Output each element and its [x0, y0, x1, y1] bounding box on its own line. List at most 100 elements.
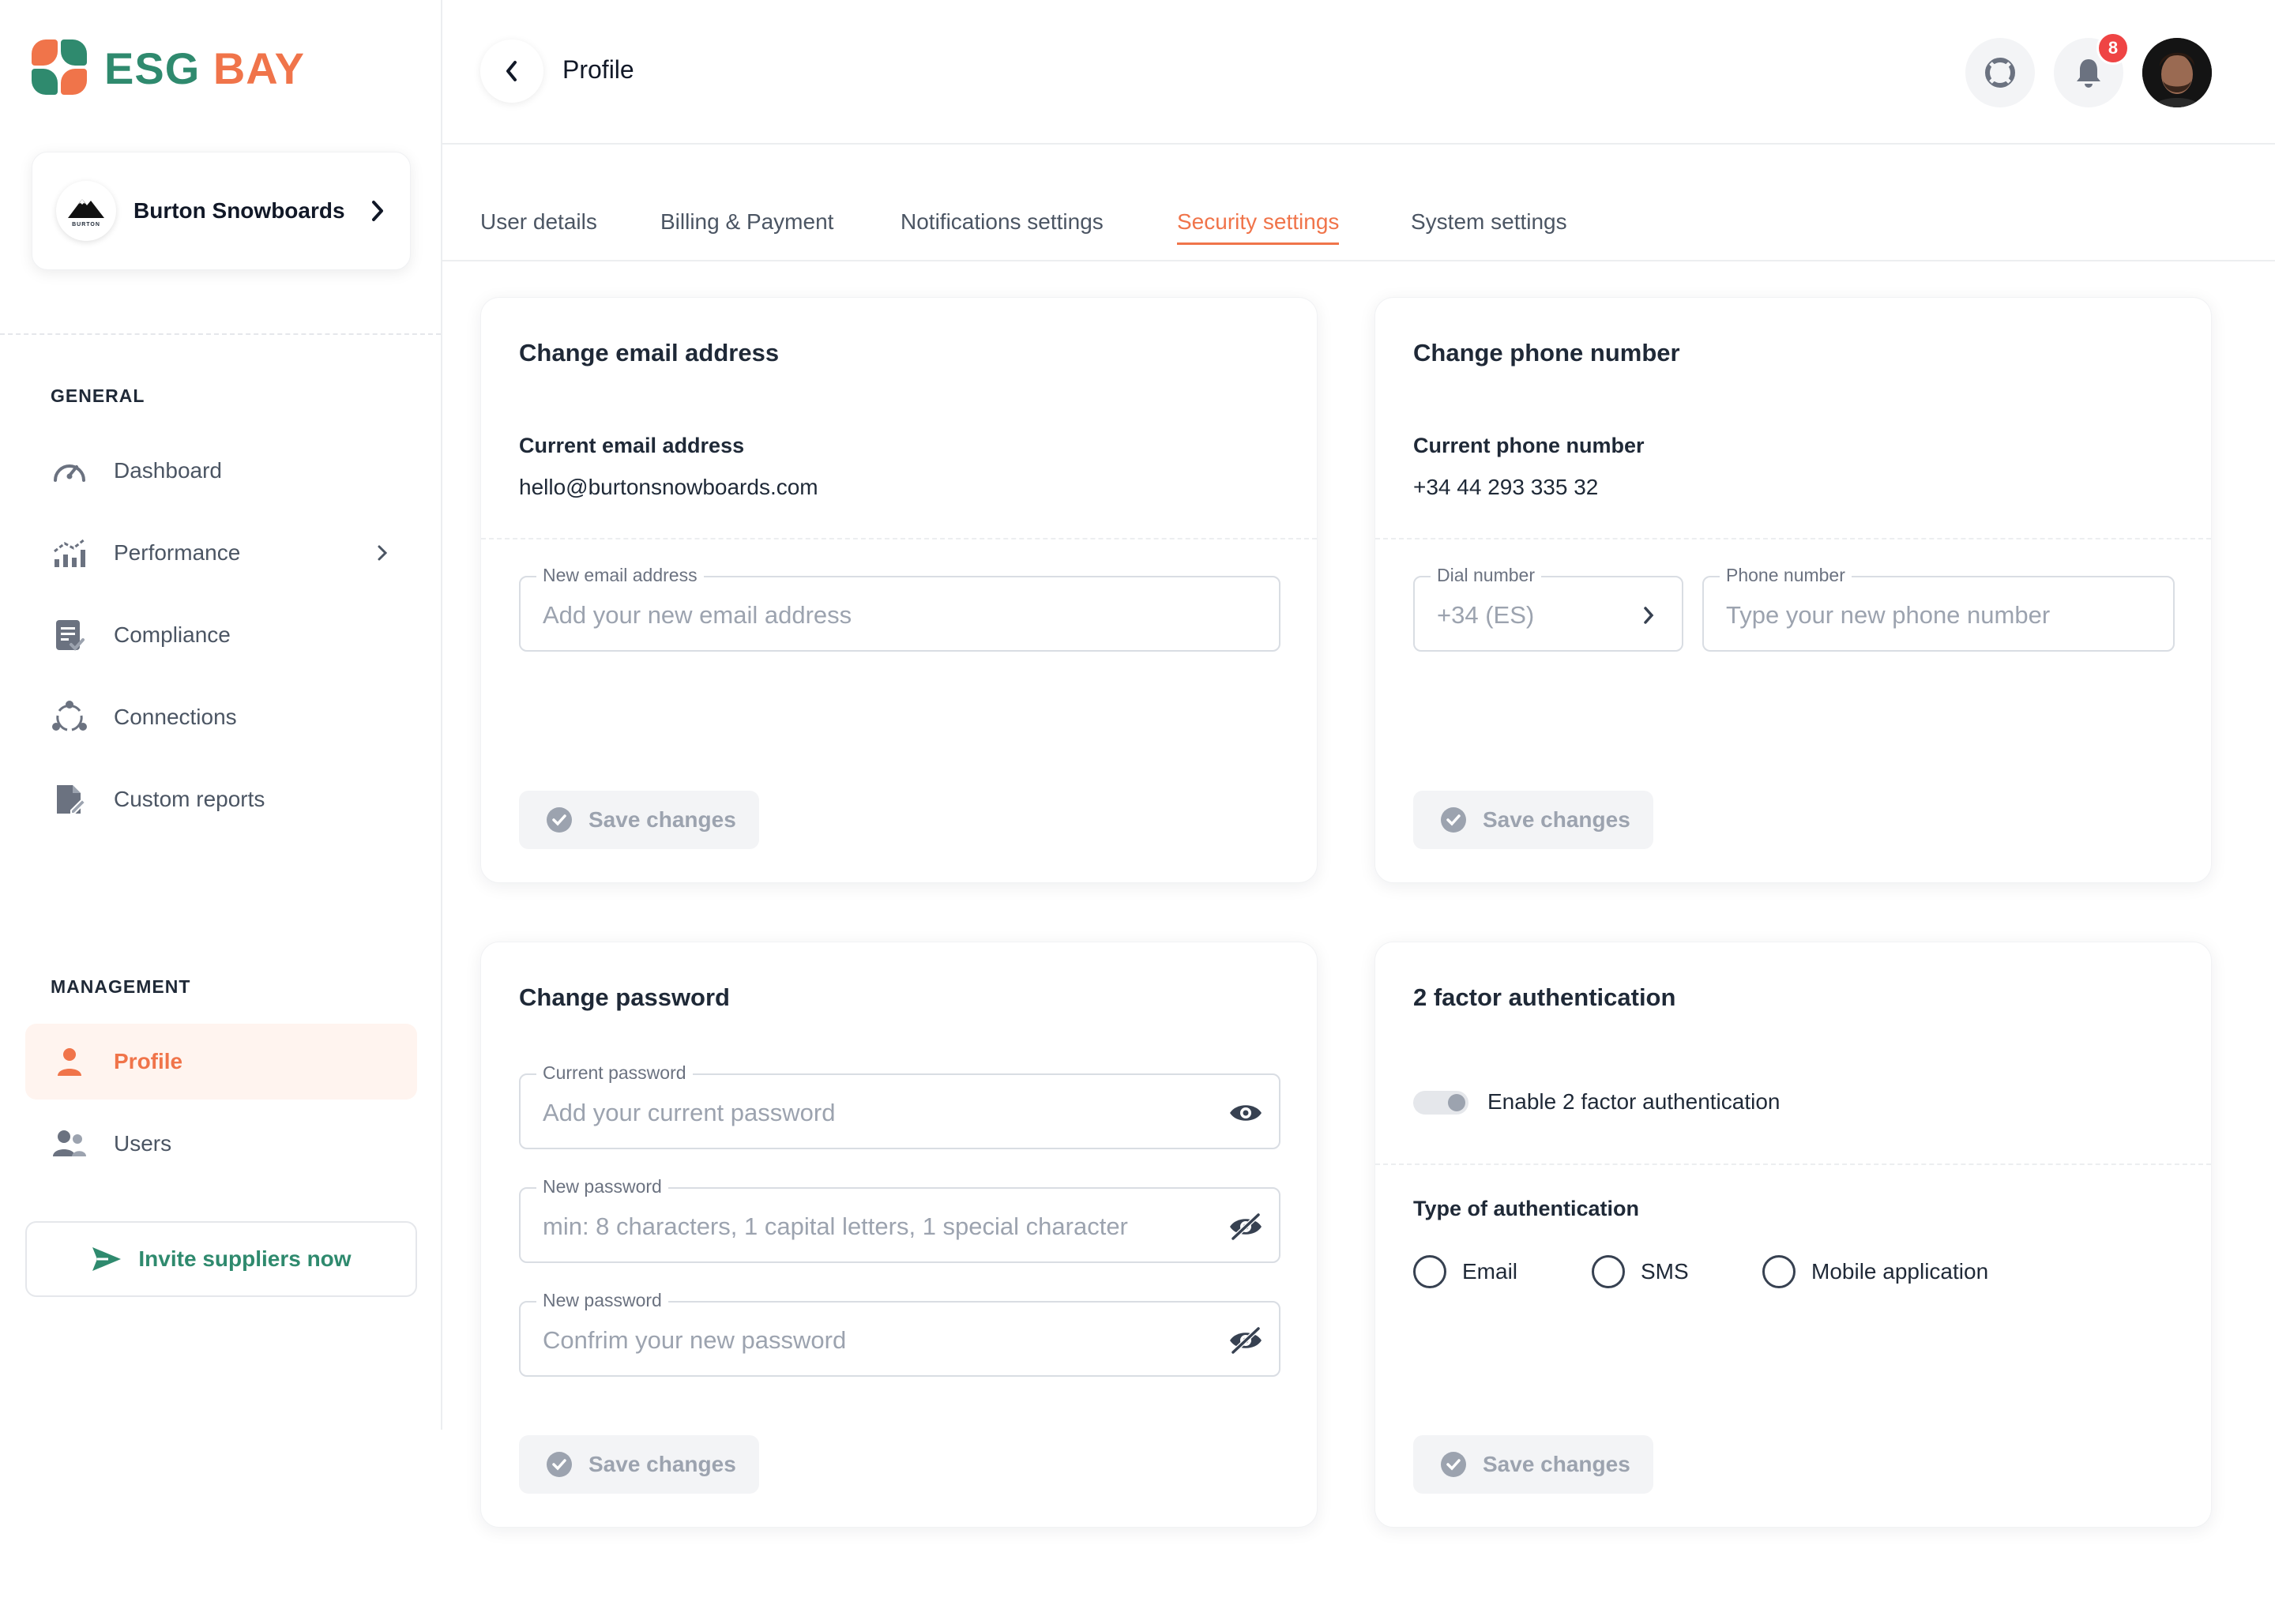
check-circle-icon — [1441, 1452, 1466, 1477]
check-circle-icon — [547, 807, 572, 833]
field-placeholder: min: 8 characters, 1 capital letters, 1 … — [543, 1212, 1128, 1240]
chevron-left-icon — [506, 61, 517, 81]
invite-suppliers-label: Invite suppliers now — [138, 1246, 352, 1271]
tab-security-settings[interactable]: Security settings — [1177, 209, 1340, 245]
two-factor-toggle-label: Enable 2 factor authentication — [1487, 1089, 1781, 1114]
tab-user-details[interactable]: User details — [480, 209, 597, 246]
radio-label: Mobile application — [1811, 1259, 1989, 1284]
change-password-card: Change password Current password Add you… — [480, 942, 1318, 1528]
eye-icon[interactable] — [1228, 1096, 1263, 1130]
top-header: Profile 8 — [442, 0, 2275, 145]
user-icon — [51, 1043, 88, 1081]
logo-text-esg: ESG — [104, 43, 201, 93]
save-phone-button[interactable]: Save changes — [1413, 791, 1653, 849]
support-button[interactable] — [1965, 38, 2035, 107]
avatar[interactable] — [2142, 38, 2212, 107]
gauge-icon — [51, 452, 88, 490]
radio-mobile-application[interactable]: Mobile application — [1762, 1255, 1988, 1288]
change-phone-card: Change phone number Current phone number… — [1374, 297, 2212, 883]
tab-billing-payment[interactable]: Billing & Payment — [660, 209, 833, 246]
sidebar-item-compliance[interactable]: Compliance — [25, 597, 417, 673]
company-logo: BURTON — [56, 181, 116, 241]
card-divider — [481, 538, 1317, 539]
settings-tabs: User details Billing & Payment Notificat… — [442, 145, 2275, 261]
tab-system-settings[interactable]: System settings — [1411, 209, 1567, 246]
field-legend: Current password — [536, 1062, 693, 1084]
notifications-button[interactable]: 8 — [2054, 32, 2130, 107]
card-title: Change email address — [519, 339, 780, 367]
radio-sms[interactable]: SMS — [1592, 1255, 1689, 1288]
sidebar-item-label: Users — [114, 1131, 172, 1156]
lifebuoy-icon — [1985, 58, 2015, 88]
radio-label: SMS — [1641, 1259, 1689, 1284]
radio-email[interactable]: Email — [1413, 1255, 1517, 1288]
company-logo-text: BURTON — [72, 222, 100, 227]
sidebar-item-custom-reports[interactable]: Custom reports — [25, 761, 417, 837]
current-email-value: hello@burtonsnowboards.com — [519, 475, 818, 499]
sidebar-item-users[interactable]: Users — [25, 1106, 417, 1182]
save-button-label: Save changes — [588, 1452, 736, 1476]
logo-text-bay: BAY — [212, 43, 305, 93]
sidebar-divider — [0, 333, 441, 335]
current-password-field[interactable]: Current password Add your current passwo… — [519, 1062, 1280, 1149]
two-factor-card: 2 factor authentication Enable 2 factor … — [1374, 942, 2212, 1528]
radio-circle — [1592, 1255, 1625, 1288]
save-password-button[interactable]: Save changes — [519, 1435, 759, 1494]
field-legend: New email address — [536, 565, 704, 586]
field-placeholder: Add your current password — [543, 1099, 836, 1126]
check-circle-icon — [547, 1452, 572, 1477]
sidebar-item-label: Performance — [114, 540, 241, 565]
bell-icon — [2077, 59, 2100, 88]
check-circle-icon — [1441, 807, 1466, 833]
page-title: Profile — [562, 55, 634, 84]
field-legend: New password — [536, 1290, 668, 1311]
save-two-factor-button[interactable]: Save changes — [1413, 1435, 1653, 1494]
new-email-field[interactable]: New email address Add your new email add… — [519, 565, 1280, 652]
save-email-button[interactable]: Save changes — [519, 791, 759, 849]
save-button-label: Save changes — [1483, 807, 1630, 832]
radio-circle — [1762, 1255, 1796, 1288]
card-divider — [1375, 538, 2211, 539]
new-password-field[interactable]: New password min: 8 characters, 1 capita… — [519, 1176, 1280, 1263]
sidebar-item-dashboard[interactable]: Dashboard — [25, 433, 417, 509]
confirm-password-field[interactable]: New password Confrim your new password — [519, 1290, 1280, 1377]
chevron-right-icon — [372, 201, 383, 221]
save-button-label: Save changes — [588, 807, 736, 832]
radio-circle — [1413, 1255, 1446, 1288]
sidebar: ESG BAY BURTON Burton Snowboards GENERAL… — [0, 0, 442, 1430]
save-button-label: Save changes — [1483, 1452, 1630, 1476]
eye-off-icon[interactable] — [1228, 1323, 1263, 1358]
sidebar-item-performance[interactable]: Performance — [25, 515, 417, 591]
mountain-logo-icon — [68, 199, 104, 218]
dial-number-select[interactable]: Dial number +34 (ES) — [1413, 565, 1683, 652]
two-factor-toggle[interactable] — [1413, 1091, 1468, 1115]
chevron-right-icon — [1631, 598, 1666, 633]
card-title: Change password — [519, 983, 730, 1011]
clipboard-check-icon — [51, 616, 88, 654]
chevron-right-icon — [378, 545, 388, 561]
chart-icon — [51, 534, 88, 572]
field-legend: Phone number — [1720, 565, 1852, 586]
current-phone-value: +34 44 293 335 32 — [1413, 475, 1599, 499]
sidebar-item-profile[interactable]: Profile — [25, 1024, 417, 1100]
dial-number-value: +34 (ES) — [1437, 601, 1535, 629]
sidebar-item-label: Dashboard — [114, 458, 222, 483]
sidebar-item-label: Connections — [114, 705, 237, 729]
company-switcher[interactable]: BURTON Burton Snowboards — [32, 152, 411, 270]
card-divider — [1375, 1163, 2211, 1165]
send-icon — [92, 1247, 122, 1271]
phone-number-field[interactable]: Phone number Type your new phone number — [1702, 565, 2175, 652]
report-file-icon — [51, 780, 88, 818]
invite-suppliers-button[interactable]: Invite suppliers now — [25, 1221, 417, 1297]
sidebar-item-label: Compliance — [114, 622, 231, 647]
avatar-photo — [2142, 38, 2212, 107]
eye-off-icon[interactable] — [1228, 1209, 1263, 1244]
esg-bay-logo[interactable]: ESG BAY — [32, 39, 305, 96]
network-icon — [51, 698, 88, 736]
radio-label: Email — [1462, 1259, 1518, 1284]
back-button[interactable] — [480, 39, 543, 103]
tab-notifications-settings[interactable]: Notifications settings — [901, 209, 1104, 246]
card-title: Change phone number — [1413, 339, 1680, 367]
field-placeholder: Confrim your new password — [543, 1326, 847, 1354]
sidebar-item-connections[interactable]: Connections — [25, 679, 417, 755]
